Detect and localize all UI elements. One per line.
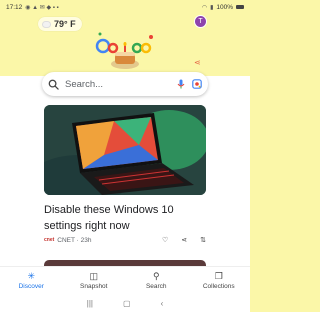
battery-percent: 100%	[216, 3, 233, 11]
laptop-photo	[44, 105, 206, 195]
signal-icon: ▮	[210, 4, 214, 11]
article-image[interactable]	[44, 105, 206, 195]
status-left: 17:12 ◉ ▲ ✉ ◆ ▪ ▪	[6, 4, 59, 11]
search-bar[interactable]: Search...	[42, 72, 208, 96]
weather-chip[interactable]: 79° F	[38, 17, 82, 31]
system-nav-bar: ||| ▢ ‹	[0, 294, 250, 312]
avatar[interactable]: T	[194, 15, 207, 28]
article-actions: ♡ ⋖ ⇅	[162, 236, 206, 244]
nav-discover[interactable]: ✳ Discover	[6, 271, 56, 290]
notification-icons: ◉ ▲ ✉ ◆ ▪ ▪	[25, 4, 59, 11]
nav-label: Snapshot	[80, 283, 108, 290]
asterisk-icon: ✳	[27, 271, 36, 281]
source-logo: cnet	[44, 237, 55, 243]
search-icon	[48, 79, 59, 90]
heart-icon[interactable]: ♡	[162, 236, 168, 244]
snapshot-icon: ◫	[89, 271, 98, 281]
cloud-icon	[42, 20, 51, 28]
nav-collections[interactable]: ❐ Collections	[194, 271, 244, 290]
back-icon[interactable]: ‹	[161, 299, 164, 308]
share-icon[interactable]: ⋖	[181, 236, 187, 244]
search-icon: ⚲	[152, 271, 160, 281]
home-icon[interactable]: ▢	[123, 299, 131, 308]
recents-icon[interactable]: |||	[87, 299, 93, 308]
wifi-icon: ◠	[201, 4, 208, 11]
doodle-image	[95, 32, 153, 69]
weather-temperature: 79° F	[54, 19, 76, 29]
battery-icon	[236, 5, 244, 9]
article-title[interactable]: Disable these Windows 10 settings right …	[44, 202, 206, 234]
nav-search[interactable]: ⚲ Search	[131, 271, 181, 290]
search-input[interactable]: Search...	[65, 79, 170, 90]
lens-icon[interactable]	[192, 79, 202, 89]
status-right: ◠ ▮ 100%	[202, 4, 244, 11]
bottom-nav: ✳ Discover ◫ Snapshot ⚲ Search ❐ Collect…	[0, 266, 250, 294]
more-vert-icon[interactable]: ⇅	[200, 236, 206, 244]
status-time: 17:12	[6, 3, 23, 11]
nav-snapshot[interactable]: ◫ Snapshot	[69, 271, 119, 290]
share-icon[interactable]: ⋖	[194, 58, 201, 67]
article-source: CNET · 23h	[57, 236, 92, 244]
collections-icon: ❐	[214, 271, 223, 281]
nav-label: Discover	[18, 283, 44, 290]
article-source-row: cnet CNET · 23h ♡ ⋖ ⇅	[44, 235, 206, 245]
mic-icon[interactable]	[176, 79, 186, 89]
google-doodle[interactable]	[95, 28, 155, 72]
status-bar: 17:12 ◉ ▲ ✉ ◆ ▪ ▪ ◠ ▮ 100%	[0, 0, 250, 14]
nav-label: Search	[145, 283, 167, 290]
nav-label: Collections	[202, 283, 235, 290]
